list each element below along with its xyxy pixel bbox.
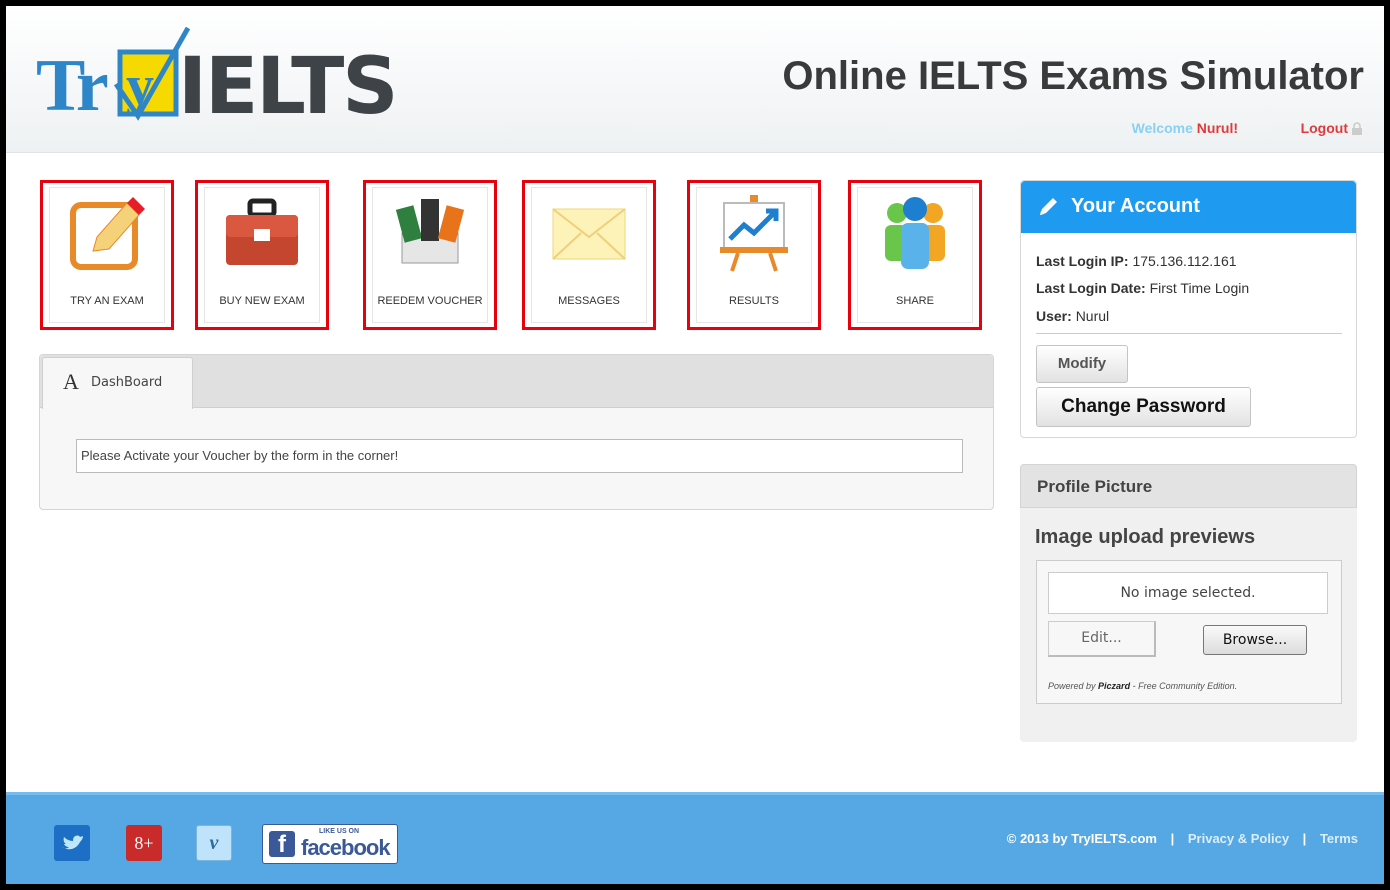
logout-link[interactable]: Logout [1301, 120, 1348, 136]
privacy-policy-link[interactable]: Privacy & Policy [1188, 831, 1289, 846]
powered-prefix: Powered by [1048, 681, 1096, 691]
user-value: Nurul [1075, 308, 1110, 324]
buy-new-exam-tile[interactable]: BUY NEW EXAM [195, 180, 329, 330]
last-login-ip: Last Login IP: 175.136.112.161 [1036, 253, 1237, 269]
footer-links: © 2013 by TryIELTS.com | Privacy & Polic… [1007, 831, 1358, 846]
tab-dashboard[interactable]: A DashBoard [42, 357, 193, 409]
tile-label: MESSAGES [558, 295, 620, 307]
terms-link[interactable]: Terms [1320, 831, 1358, 846]
user-label: User: [1036, 308, 1072, 324]
powered-suffix: - Free Community Edition. [1132, 681, 1238, 691]
profile-picture-panel: Profile Picture Image upload previews No… [1020, 464, 1357, 742]
logo-tr-text: Tr [36, 45, 109, 127]
page-frame: Tr y IELTS Online IELTS Exams Simulator … [6, 6, 1384, 884]
change-password-button[interactable]: Change Password [1036, 387, 1251, 427]
envelope-icon [552, 208, 626, 260]
welcome-user-name: Nurul! [1196, 120, 1238, 136]
dashboard-panel: A DashBoard Please Activate your Voucher… [39, 354, 994, 510]
facebook-icon: f [269, 831, 295, 858]
redeem-voucher-tile[interactable]: REEDEM VOUCHER [363, 180, 497, 330]
google-plus-button[interactable]: 8+ [126, 825, 162, 861]
tile-label: SHARE [896, 295, 934, 307]
account-title: Your Account [1071, 195, 1200, 217]
page-title: Online IELTS Exams Simulator [782, 54, 1364, 98]
image-upload-title: Image upload previews [1035, 526, 1256, 548]
twitter-button[interactable] [54, 825, 90, 861]
account-panel: Your Account Last Login IP: 175.136.112.… [1020, 180, 1357, 438]
twitter-bird-icon [62, 835, 83, 850]
vimeo-button[interactable]: v [196, 825, 232, 861]
tryielts-logo[interactable]: Tr y IELTS [30, 24, 460, 132]
people-icon [885, 197, 945, 269]
tile-label: TRY AN EXAM [70, 295, 144, 307]
logo-ielts-text: IELTS [178, 42, 398, 132]
powered-brand: Piczard [1098, 681, 1131, 691]
edit-image-button[interactable]: Edit... [1048, 621, 1156, 657]
voucher-notice: Please Activate your Voucher by the form… [76, 439, 963, 473]
voucher-icon [395, 199, 465, 264]
facebook-text: facebook [301, 835, 391, 860]
pencil-icon [1040, 198, 1057, 215]
last-login-date-label: Last Login Date: [1036, 280, 1146, 296]
account-panel-header: Your Account [1021, 181, 1356, 233]
profile-picture-header: Profile Picture [1020, 464, 1357, 508]
separator: | [1302, 831, 1307, 846]
welcome-message: Welcome Nurul! [1132, 120, 1238, 136]
tile-label: REEDEM VOUCHER [377, 295, 483, 307]
profile-picture-title: Profile Picture [1037, 477, 1153, 496]
last-login-date-value: First Time Login [1149, 280, 1250, 296]
copyright: © 2013 by TryIELTS.com [1006, 831, 1157, 846]
facebook-like-button[interactable]: f LIKE US ON facebook [262, 824, 398, 864]
footer: 8+ v f LIKE US ON facebook © 2013 by Try… [6, 792, 1384, 884]
facebook-like-label: LIKE US ON [319, 828, 360, 835]
image-upload-widget: No image selected. Edit... Browse... Pow… [1036, 560, 1342, 704]
results-tile[interactable]: RESULTS [687, 180, 821, 330]
header: Tr y IELTS Online IELTS Exams Simulator … [6, 6, 1384, 153]
messages-tile[interactable]: MESSAGES [522, 180, 656, 330]
try-an-exam-tile[interactable]: TRY AN EXAM [40, 180, 174, 330]
briefcase-icon [226, 198, 298, 265]
dashboard-tab-bar: A DashBoard [40, 355, 993, 409]
lock-icon [1352, 122, 1362, 135]
divider [1036, 333, 1342, 334]
separator: | [1170, 831, 1175, 846]
tile-label: BUY NEW EXAM [219, 295, 305, 307]
edit-pencil-icon [70, 197, 145, 270]
powered-by-text: Powered by Piczard - Free Community Edit… [1048, 681, 1237, 691]
font-icon: A [63, 369, 79, 394]
welcome-label: Welcome [1131, 120, 1193, 136]
image-preview: No image selected. [1048, 572, 1328, 614]
chart-board-icon [720, 195, 788, 272]
modify-button[interactable]: Modify [1036, 345, 1128, 383]
last-login-ip-value: 175.136.112.161 [1132, 253, 1237, 269]
user-info: User: Nurul [1036, 308, 1109, 324]
tile-label: RESULTS [729, 295, 779, 307]
share-tile[interactable]: SHARE [848, 180, 982, 330]
tab-dashboard-label: DashBoard [91, 375, 163, 390]
last-login-date: Last Login Date: First Time Login [1036, 280, 1249, 296]
last-login-ip-label: Last Login IP: [1036, 253, 1129, 269]
browse-button[interactable]: Browse... [1203, 625, 1307, 655]
